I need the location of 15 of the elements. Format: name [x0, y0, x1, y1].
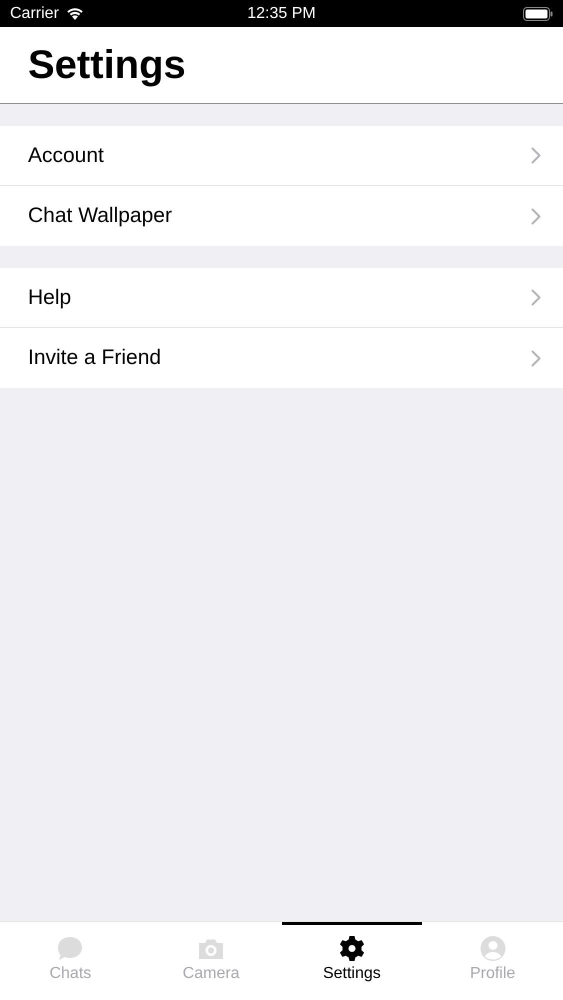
tab-bar-item[interactable]: Settings [282, 922, 422, 1000]
settings-row[interactable]: Chat Wallpaper [0, 186, 563, 246]
battery-icon [522, 6, 553, 20]
person-icon [478, 934, 508, 963]
status-time: 12:35 PM [247, 4, 316, 22]
settings-row[interactable]: Account [0, 126, 563, 186]
settings-row[interactable]: Help [0, 268, 563, 328]
chevron-icon [531, 350, 541, 366]
settings-row[interactable]: Invite a Friend [0, 328, 563, 388]
chevron-icon [531, 208, 541, 224]
chevron-icon [531, 289, 541, 306]
page-title: Settings [28, 42, 186, 88]
wifi-icon [64, 6, 85, 21]
carrier-name: Carrier [10, 4, 59, 22]
chevron-icon [531, 147, 541, 164]
